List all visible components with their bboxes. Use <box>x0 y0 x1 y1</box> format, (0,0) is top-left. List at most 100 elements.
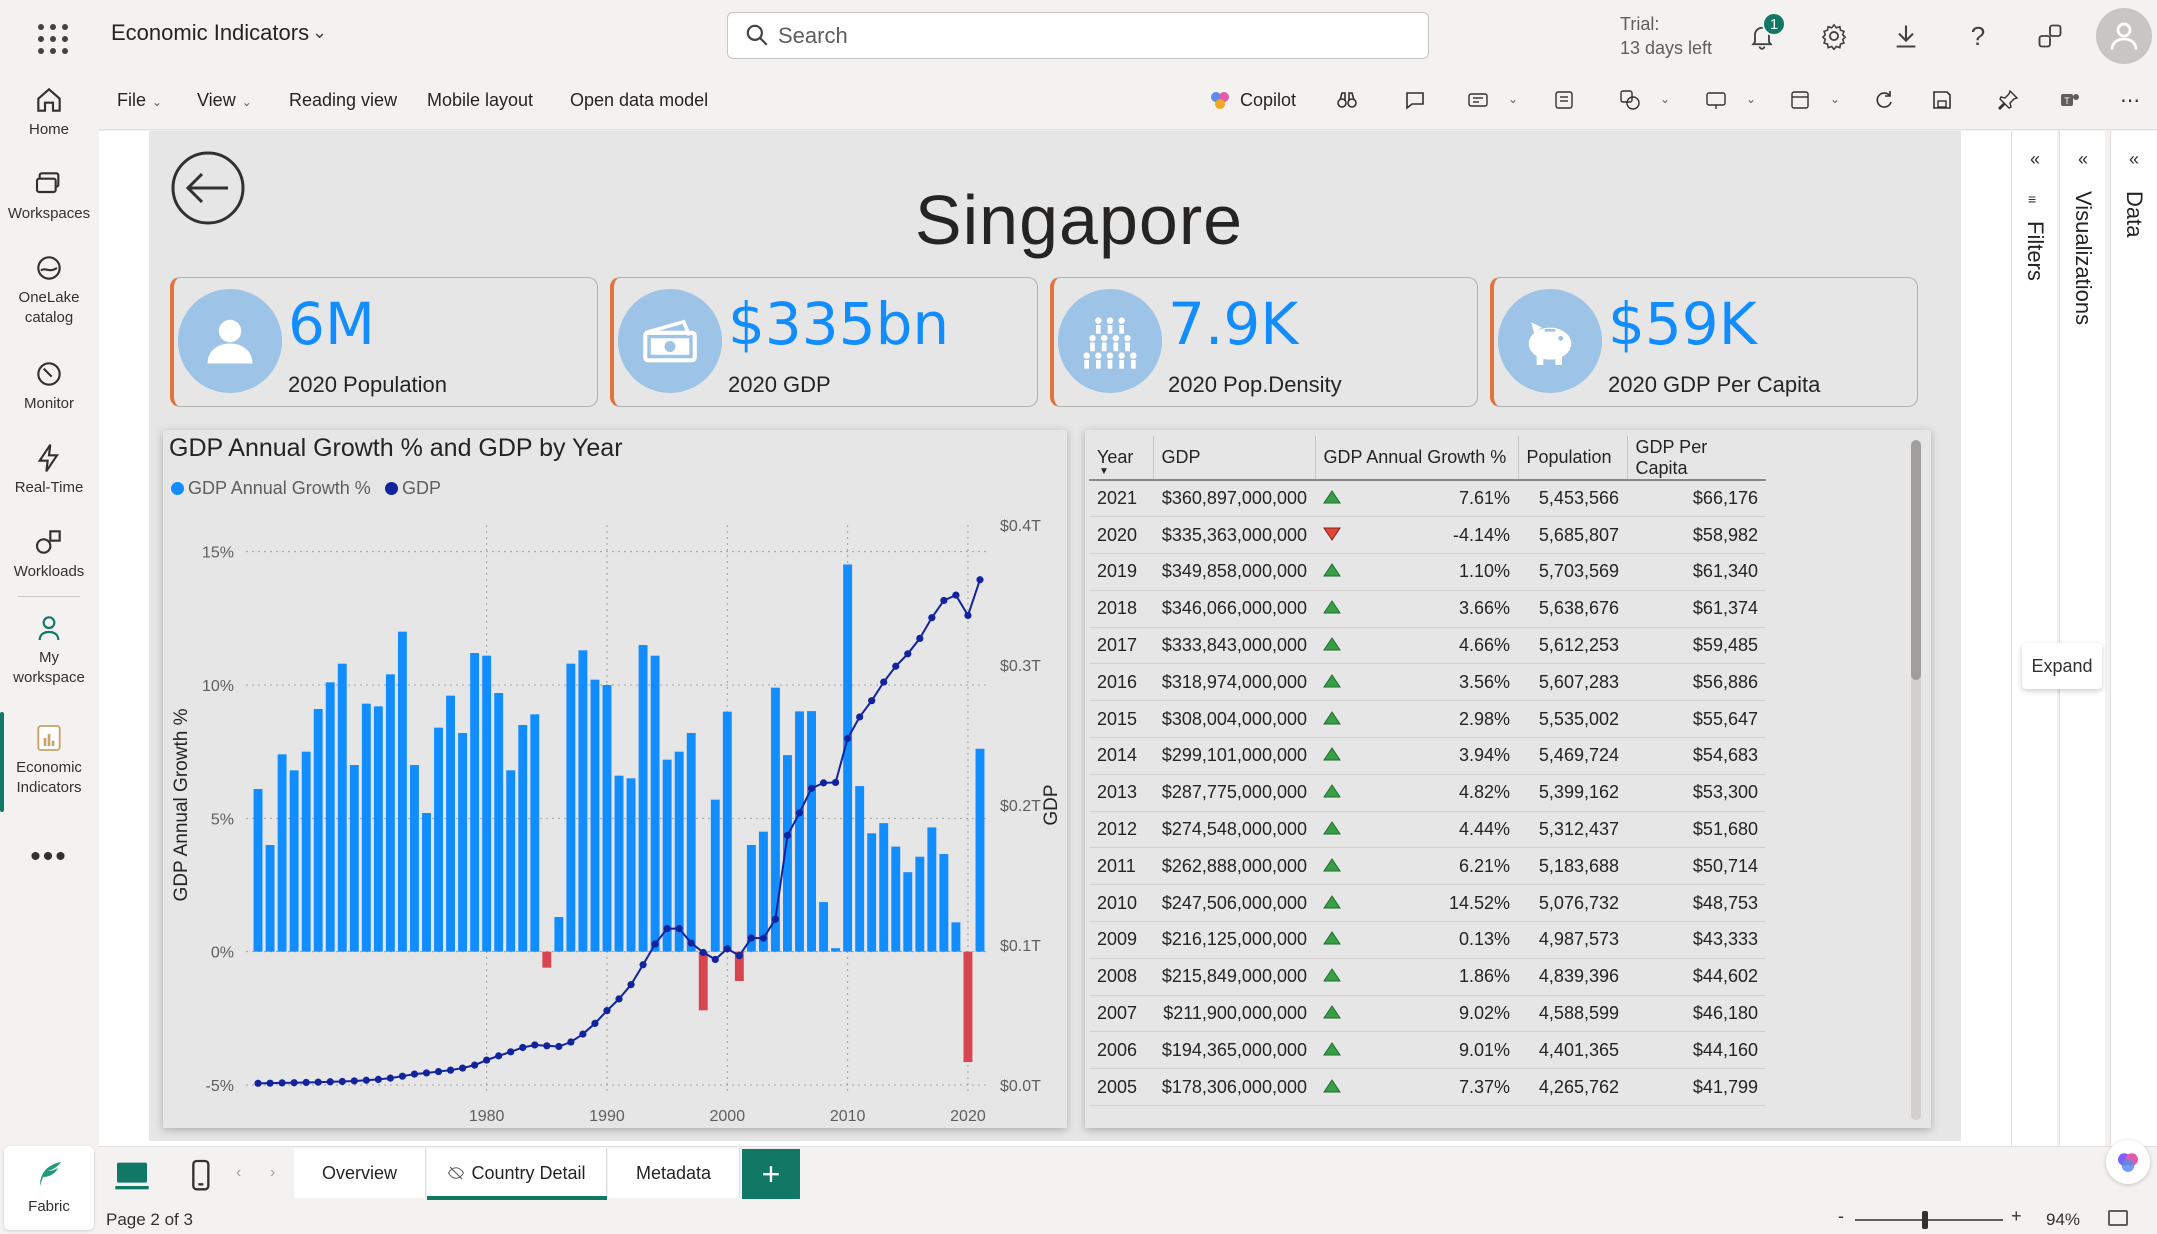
more-options-icon[interactable]: ⋯ <box>2116 86 2144 114</box>
open-data-model-button[interactable]: Open data model <box>570 90 708 111</box>
column-header-gdp-per-capita[interactable]: GDP Per Capita <box>1627 436 1766 481</box>
hidden-page-icon <box>448 1166 465 1180</box>
page-tab-country-detail[interactable]: Country Detail <box>427 1148 607 1198</box>
table-row[interactable]: 2012 $274,548,000,000 4.44% 5,312,437 $51,68… <box>1089 811 1766 849</box>
search-input[interactable] <box>778 19 1398 53</box>
binoculars-icon[interactable] <box>1333 86 1361 114</box>
copilot-button[interactable]: Copilot <box>1208 88 1296 112</box>
table-row[interactable]: 2007 $211,900,000,000 9.02% 4,588,599 $46,18… <box>1089 995 1766 1033</box>
nav-workspaces[interactable]: Workspaces <box>0 168 98 224</box>
chevron-down-icon[interactable]: ⌄ <box>1746 92 1756 106</box>
mobile-layout-icon[interactable] <box>180 1156 220 1196</box>
chevron-down-icon[interactable]: ⌄ <box>1508 92 1518 106</box>
table-row[interactable]: 2009 $216,125,000,000 0.13% 4,987,573 $43,33… <box>1089 921 1766 959</box>
column-header-growth[interactable]: GDP Annual Growth % <box>1315 436 1519 481</box>
table-row[interactable]: 2020 $335,363,000,000 -4.14% 5,685,807 $58,9… <box>1089 516 1766 555</box>
fabric-switcher[interactable]: Fabric <box>4 1146 94 1230</box>
nav-real-time[interactable]: Real-Time <box>0 442 98 498</box>
refresh-icon[interactable] <box>1870 86 1898 114</box>
zoom-slider-thumb[interactable] <box>1922 1211 1928 1229</box>
help-icon[interactable]: ? <box>1960 18 1996 54</box>
nav-onelake-catalog[interactable]: OneLake catalog <box>0 252 98 328</box>
chevron-right-icon[interactable]: › <box>270 1164 275 1182</box>
shapes-icon[interactable] <box>1616 86 1644 114</box>
nav-my-workspace[interactable]: My workspace <box>0 612 98 688</box>
trial-days-left: 13 days left <box>1620 38 1713 58</box>
column-header-year[interactable]: Year ▼ <box>1089 436 1154 481</box>
pin-icon[interactable] <box>1994 86 2022 114</box>
bar <box>482 655 492 952</box>
cell-year: 2021 <box>1089 480 1153 518</box>
more-icon[interactable]: ••• <box>0 840 98 874</box>
table-row[interactable]: 2019 $349,858,000,000 1.10% 5,703,569 $61,34… <box>1089 553 1766 591</box>
avatar[interactable] <box>2096 8 2152 64</box>
cell-growth: 3.56% <box>1315 663 1518 702</box>
cell-growth: 0.13% <box>1315 921 1518 959</box>
nav-workloads[interactable]: Workloads <box>0 526 98 582</box>
notes-icon[interactable] <box>1550 86 1578 114</box>
filters-pane[interactable]: « ≡ Filters <box>2011 131 2057 1146</box>
comment-icon[interactable] <box>1401 86 1429 114</box>
table-row[interactable]: 2005 $178,306,000,000 7.37% 4,265,762 $41,79… <box>1089 1068 1766 1107</box>
column-header-gdp[interactable]: GDP <box>1153 436 1316 481</box>
fit-to-page-icon[interactable] <box>2108 1210 2128 1226</box>
table-row[interactable]: 2011 $262,888,000,000 6.21% 5,183,688 $50,71… <box>1089 847 1766 886</box>
reading-view-button[interactable]: Reading view <box>289 90 397 111</box>
table-row[interactable]: 2016 $318,974,000,000 3.56% 5,607,283 $56,88… <box>1089 663 1766 702</box>
page-tab-overview[interactable]: Overview <box>294 1148 426 1198</box>
app-launcher-icon[interactable] <box>30 18 70 54</box>
data-table[interactable]: Year ▼ GDP GDP Annual Growth % Population… <box>1085 430 1931 1128</box>
nav-home[interactable]: Home <box>0 84 98 140</box>
file-menu[interactable]: File ⌄ <box>117 90 162 111</box>
nav-monitor[interactable]: Monitor <box>0 358 98 414</box>
column-header-population[interactable]: Population <box>1518 436 1628 481</box>
visualizations-pane[interactable]: « Visualizations <box>2059 131 2105 1146</box>
zoom-out-button[interactable]: - <box>1838 1206 1844 1227</box>
search-box[interactable] <box>727 12 1429 59</box>
collapse-icon[interactable]: « <box>2060 149 2106 170</box>
table-row[interactable]: 2010 $247,506,000,000 14.52% 5,076,732 $48,7… <box>1089 884 1766 923</box>
gear-icon[interactable] <box>1816 18 1852 54</box>
chevron-down-icon[interactable]: ⌄ <box>1660 92 1670 106</box>
teams-icon[interactable]: T <box>2056 86 2084 114</box>
save-icon[interactable] <box>1928 86 1956 114</box>
chevron-down-icon[interactable]: ⌄ <box>312 22 327 43</box>
chevron-left-icon[interactable]: ‹ <box>236 1164 241 1182</box>
table-row[interactable]: 2014 $299,101,000,000 3.94% 5,469,724 $54,68… <box>1089 737 1766 775</box>
cell-growth: 9.01% <box>1315 1031 1518 1070</box>
table-row[interactable]: 2013 $287,775,000,000 4.82% 5,399,162 $53,30… <box>1089 774 1766 812</box>
table-row[interactable]: 2006 $194,365,000,000 9.01% 4,401,365 $44,16… <box>1089 1031 1766 1070</box>
collapse-icon[interactable]: « <box>2111 149 2157 170</box>
download-icon[interactable] <box>1888 18 1924 54</box>
data-pane[interactable]: « Data <box>2110 131 2157 1146</box>
page-tab-metadata[interactable]: Metadata <box>608 1148 740 1198</box>
table-row[interactable]: 2008 $215,849,000,000 1.86% 4,839,396 $44,60… <box>1089 958 1766 996</box>
bar <box>722 711 732 952</box>
table-row[interactable]: 2017 $333,843,000,000 4.66% 5,612,253 $59,48… <box>1089 627 1766 665</box>
present-icon[interactable] <box>1702 86 1730 114</box>
bar <box>903 872 913 952</box>
combo-chart[interactable]: GDP Annual Growth % and GDP by Year GDP … <box>163 430 1067 1128</box>
view-menu[interactable]: View ⌄ <box>197 90 252 111</box>
scrollbar-thumb[interactable] <box>1911 440 1921 680</box>
gdp-point <box>579 1030 587 1038</box>
zoom-slider-track[interactable] <box>1855 1219 2003 1221</box>
zoom-in-button[interactable]: + <box>2011 1206 2022 1227</box>
nav-economic-indicators[interactable]: Economic Indicators <box>0 722 98 798</box>
visual-text-icon[interactable] <box>1464 86 1492 114</box>
desktop-layout-icon[interactable] <box>112 1156 152 1196</box>
mobile-layout-button[interactable]: Mobile layout <box>427 90 533 111</box>
share-icon[interactable] <box>2032 18 2068 54</box>
gdp-point <box>603 1007 611 1015</box>
table-row[interactable]: 2021 $360,897,000,000 7.61% 5,453,566 $66,17… <box>1089 480 1766 518</box>
cell-growth: 1.86% <box>1315 958 1518 996</box>
copy-icon[interactable] <box>1786 86 1814 114</box>
collapse-icon[interactable]: « <box>2012 149 2058 170</box>
copilot-float-button[interactable] <box>2106 1140 2150 1184</box>
table-row[interactable]: 2015 $308,004,000,000 2.98% 5,535,002 $55,64… <box>1089 700 1766 739</box>
add-page-button[interactable]: + <box>742 1149 800 1199</box>
cell-population: 5,685,807 <box>1518 516 1627 555</box>
app-title[interactable]: Economic Indicators <box>111 20 309 46</box>
chevron-down-icon[interactable]: ⌄ <box>1830 92 1840 106</box>
table-row[interactable]: 2018 $346,066,000,000 3.66% 5,638,676 $61,37… <box>1089 590 1766 628</box>
